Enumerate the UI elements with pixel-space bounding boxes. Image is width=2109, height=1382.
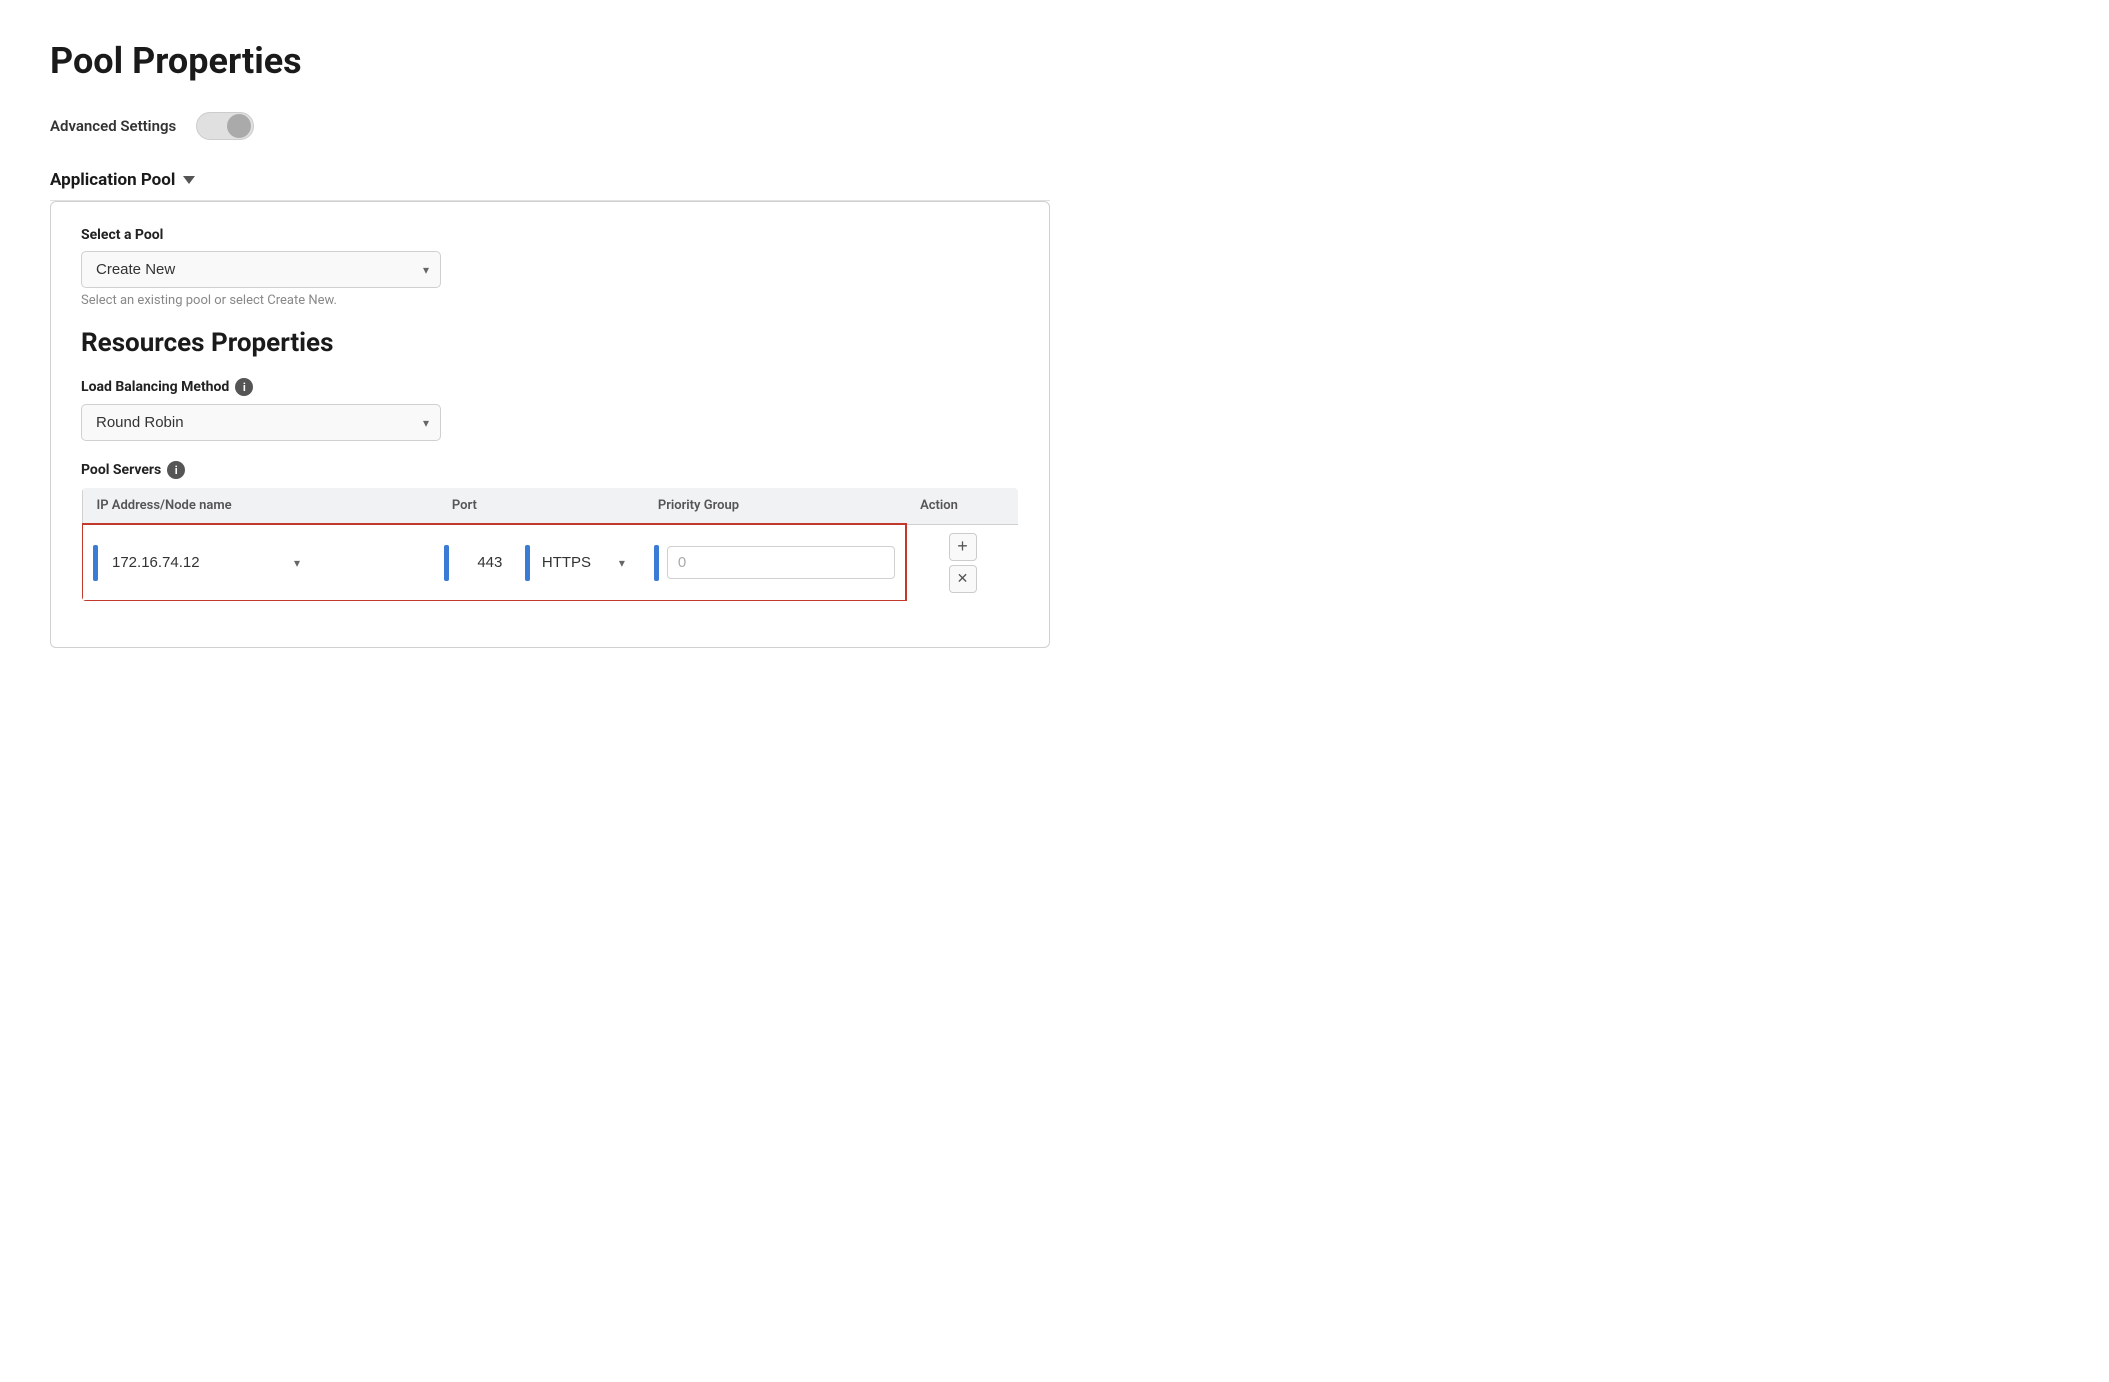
port-blue-bar	[444, 545, 449, 581]
table-row: 172.16.74.12 ▾ HTTPS HTTP TCP ▾ +	[82, 524, 1019, 601]
pool-servers-info-icon[interactable]: i	[167, 461, 185, 479]
add-server-button[interactable]: +	[949, 533, 977, 561]
protocol-blue-bar	[525, 545, 530, 581]
protocol-select-wrapper: HTTPS HTTP TCP ▾	[534, 547, 629, 578]
priority-blue-bar	[654, 545, 659, 581]
select-pool-hint: Select an existing pool or select Create…	[81, 293, 1019, 308]
advanced-settings-label: Advanced Settings	[50, 117, 176, 135]
application-pool-title: Application Pool	[50, 170, 175, 190]
priority-cell	[644, 524, 906, 601]
protocol-dropdown[interactable]: HTTPS HTTP TCP	[534, 547, 629, 578]
application-pool-chevron-icon[interactable]	[183, 176, 195, 184]
priority-cell-content	[654, 545, 895, 581]
load-balancing-info-icon[interactable]: i	[235, 378, 253, 396]
ip-address-cell: 172.16.74.12 ▾	[82, 524, 438, 601]
table-header-row: IP Address/Node name Port Priority Group…	[82, 488, 1019, 525]
advanced-settings-toggle[interactable]	[196, 112, 254, 140]
port-input[interactable]	[455, 547, 525, 578]
pool-servers-table: IP Address/Node name Port Priority Group…	[81, 487, 1019, 602]
pool-servers-label: Pool Servers i	[81, 461, 1019, 479]
action-buttons: + ✕	[917, 533, 1008, 593]
pool-servers-group: Pool Servers i IP Address/Node name Port…	[81, 461, 1019, 602]
page-title: Pool Properties	[50, 40, 1050, 82]
ip-address-dropdown[interactable]: 172.16.74.12	[106, 547, 306, 578]
load-balancing-dropdown[interactable]: Round Robin Least Connections IP Hash	[81, 404, 441, 441]
port-protocol-content: HTTPS HTTP TCP ▾	[444, 545, 638, 581]
select-pool-label: Select a Pool	[81, 227, 1019, 243]
ip-select-wrapper: 172.16.74.12 ▾	[106, 547, 306, 578]
col-header-action: Action	[906, 488, 1018, 525]
port-protocol-cell: HTTPS HTTP TCP ▾	[438, 524, 644, 601]
select-pool-wrapper: Create New Pool 1 Pool 2 ▾	[81, 251, 441, 288]
col-header-ip: IP Address/Node name	[82, 488, 438, 525]
application-pool-section-header: Application Pool	[50, 170, 1050, 201]
application-pool-panel: Select a Pool Create New Pool 1 Pool 2 ▾…	[50, 201, 1050, 648]
select-pool-dropdown[interactable]: Create New Pool 1 Pool 2	[81, 251, 441, 288]
priority-input[interactable]	[667, 546, 895, 579]
col-header-port: Port	[438, 488, 644, 525]
select-pool-group: Select a Pool Create New Pool 1 Pool 2 ▾…	[81, 227, 1019, 308]
action-cell: + ✕	[906, 524, 1018, 601]
ip-cell-content: 172.16.74.12 ▾	[93, 545, 428, 581]
advanced-settings-row: Advanced Settings	[50, 112, 1050, 140]
load-balancing-label: Load Balancing Method i	[81, 378, 1019, 396]
load-balancing-group: Load Balancing Method i Round Robin Leas…	[81, 378, 1019, 441]
resources-properties-title: Resources Properties	[81, 328, 1019, 358]
ip-blue-bar	[93, 545, 98, 581]
load-balancing-wrapper: Round Robin Least Connections IP Hash ▾	[81, 404, 441, 441]
remove-server-button[interactable]: ✕	[949, 565, 977, 593]
col-header-priority: Priority Group	[644, 488, 906, 525]
